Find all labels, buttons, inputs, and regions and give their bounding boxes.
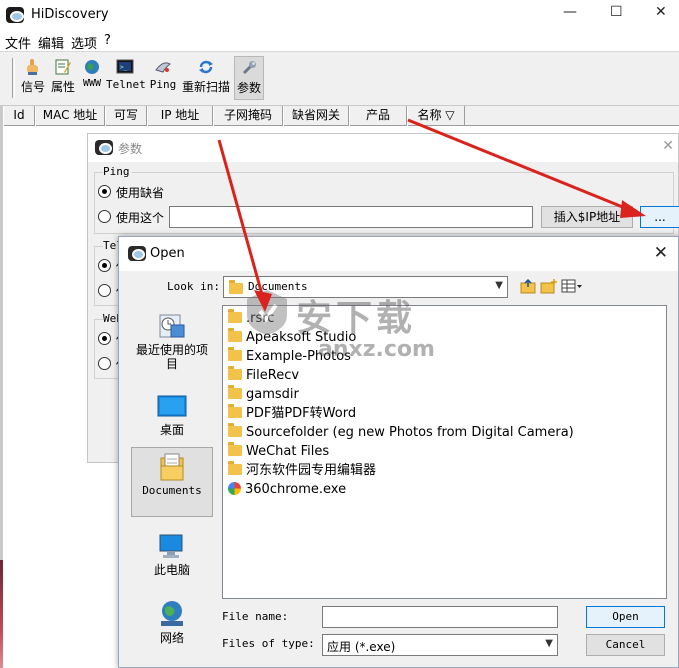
folder-icon — [228, 423, 242, 437]
telnet-button[interactable]: >_ Telnet — [106, 56, 146, 100]
ping-command-input[interactable] — [169, 206, 533, 228]
window-title: HiDiscovery — [31, 7, 109, 22]
file-name-input[interactable] — [322, 606, 558, 628]
column-header-id[interactable]: Id — [3, 106, 35, 126]
watermark-logo: 安下载 anxz.com — [238, 285, 453, 370]
network-icon — [161, 601, 183, 626]
list-item[interactable]: 河东软件园专用编辑器 — [228, 461, 376, 480]
folder-icon — [228, 442, 242, 456]
place-documents[interactable]: Documents — [131, 447, 213, 517]
ping-use-this-label: 使用这个 — [116, 211, 165, 225]
open-button[interactable]: Open — [586, 606, 665, 628]
minimize-button[interactable]: — — [563, 4, 577, 20]
close-button[interactable]: ✕ — [655, 4, 667, 20]
list-item[interactable]: 360chrome.exe — [228, 480, 346, 499]
list-item[interactable]: PDF猫PDF转Word — [228, 404, 356, 423]
menu-options[interactable]: 选项 — [71, 33, 97, 52]
up-folder-icon[interactable] — [519, 278, 539, 296]
watermark-url: anxz.com — [318, 337, 435, 362]
telnet-use-this-radio[interactable] — [98, 284, 111, 297]
place-desktop[interactable]: 桌面 — [131, 387, 213, 451]
cancel-button[interactable]: Cancel — [586, 634, 665, 656]
ping-use-default-radio[interactable] — [98, 185, 111, 198]
ping-use-default-label: 使用缺省 — [116, 186, 165, 200]
open-dialog-title-bar[interactable]: Open ✕ — [119, 237, 678, 271]
place-network[interactable]: 网络 — [131, 595, 213, 659]
ping-use-this-radio[interactable] — [98, 210, 111, 223]
folder-icon — [228, 404, 242, 418]
folder-icon — [228, 366, 242, 380]
look-in-label: Look in: — [167, 280, 220, 293]
watermark-text: 安下载 — [296, 298, 417, 339]
signal-button[interactable]: 信号 — [19, 56, 47, 100]
place-recent[interactable]: 最近使用的项目 — [131, 307, 213, 371]
places-bar: 最近使用的项目 桌面 Documents 此电脑 网络 — [129, 305, 215, 655]
documents-icon — [160, 453, 184, 481]
insert-ip-button[interactable]: 插入$IP地址 — [541, 206, 633, 228]
www-button[interactable]: WWW — [79, 56, 105, 100]
edit-properties-icon — [55, 59, 71, 75]
params-dialog-title-bar[interactable]: 参数 ✕ — [88, 134, 678, 162]
params-dialog-title: 参数 — [118, 142, 143, 156]
maximize-button[interactable]: ☐ — [610, 4, 623, 20]
ping-button[interactable]: Ping — [148, 56, 178, 100]
properties-button[interactable]: 属性 — [49, 56, 77, 100]
file-type-label: Files of type: — [222, 637, 315, 650]
app-eye-icon — [128, 246, 146, 261]
column-header-product[interactable]: 产品 — [349, 106, 407, 126]
globe-icon — [85, 60, 99, 74]
title-bar[interactable]: HiDiscovery — ☐ ✕ — [0, 0, 679, 31]
terminal-icon: >_ — [116, 59, 134, 74]
open-dialog-title: Open — [150, 246, 185, 261]
toolbar-grip[interactable] — [12, 58, 15, 98]
telnet-use-default-radio[interactable] — [98, 259, 111, 272]
chevron-down-icon: ▼ — [545, 638, 553, 649]
menu-edit[interactable]: 编辑 — [38, 33, 64, 52]
params-button[interactable]: 参数 — [234, 56, 264, 100]
column-header-gateway[interactable]: 缺省网关 — [283, 106, 349, 126]
computer-icon — [159, 534, 183, 558]
hand-signal-icon — [27, 59, 38, 75]
params-close-button[interactable]: ✕ — [662, 138, 674, 154]
rescan-icon — [199, 60, 213, 74]
recent-items-icon — [159, 314, 185, 338]
column-header-ip[interactable]: IP 地址 — [147, 106, 213, 126]
list-item[interactable]: Sourcefolder (eg new Photos from Digital… — [228, 423, 574, 442]
list-item[interactable]: WeChat Files — [228, 442, 329, 461]
menu-file[interactable]: 文件 — [5, 33, 31, 52]
app-eye-icon — [95, 140, 113, 155]
new-folder-icon[interactable] — [539, 278, 559, 296]
chrome-app-icon — [228, 482, 241, 495]
desktop-icon — [157, 395, 187, 417]
open-dialog-close-button[interactable]: ✕ — [654, 243, 668, 263]
view-menu-icon[interactable] — [561, 278, 583, 296]
ping-group-label: Ping — [103, 165, 132, 178]
rescan-button[interactable]: 重新扫描 — [180, 56, 232, 100]
file-type-combo[interactable]: 应用 (*.exe) ▼ — [322, 634, 558, 656]
app-eye-icon — [6, 7, 24, 23]
list-item[interactable]: gamsdir — [228, 385, 299, 404]
menu-bar: 文件 编辑 选项 ? — [0, 31, 679, 52]
web-use-this-radio[interactable] — [98, 357, 111, 370]
wrench-icon — [242, 61, 256, 75]
shield-logo-icon — [247, 290, 287, 335]
column-header-mac[interactable]: MAC 地址 — [35, 106, 105, 126]
chevron-down-icon: ▼ — [495, 280, 503, 291]
device-table-header: Id MAC 地址 可写 IP 地址 子网掩码 缺省网关 产品 名称 ▽ — [3, 106, 679, 126]
svg-text:>_: >_ — [120, 64, 128, 71]
column-header-subnet[interactable]: 子网掩码 — [213, 106, 283, 126]
ping-group: Ping 使用缺省 使用这个 插入$IP地址 ... — [94, 165, 679, 234]
folder-icon — [228, 385, 242, 399]
folder-icon — [228, 461, 242, 475]
file-name-label: File name: — [222, 610, 289, 623]
column-header-writable[interactable]: 可写 — [105, 106, 147, 126]
browse-button[interactable]: ... — [640, 206, 679, 228]
toolbar: 信号 属性 WWW >_ Telnet Ping 重新扫描 参数 — [0, 51, 679, 105]
place-this-pc[interactable]: 此电脑 — [131, 527, 213, 591]
web-use-default-radio[interactable] — [98, 332, 111, 345]
column-header-name[interactable]: 名称 ▽ — [407, 106, 465, 126]
file-type-value: 应用 (*.exe) — [327, 640, 396, 654]
ping-icon — [155, 62, 171, 73]
menu-help[interactable]: ? — [104, 33, 111, 48]
